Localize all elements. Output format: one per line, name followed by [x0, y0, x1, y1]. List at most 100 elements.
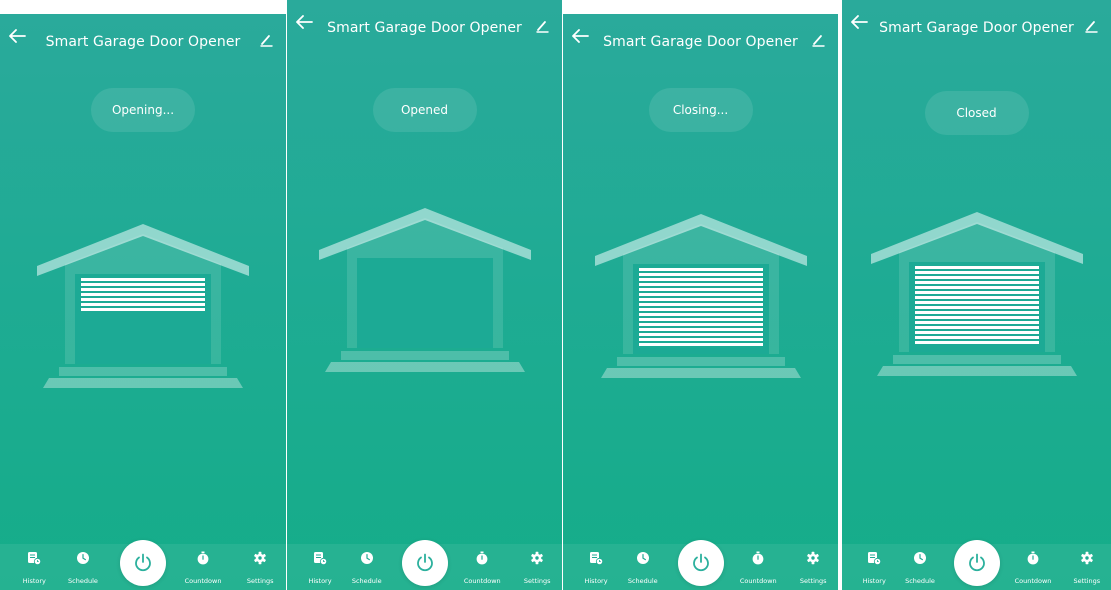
nav-label: Settings: [1073, 577, 1101, 585]
nav-label: History: [22, 577, 46, 585]
door-slat: [638, 283, 763, 286]
garage-opening: [356, 258, 493, 348]
door-slat: [638, 323, 763, 326]
clock-icon: [914, 552, 926, 564]
nav-settings[interactable]: Settings: [509, 551, 562, 587]
stopwatch-icon: [197, 551, 209, 565]
door-slat: [638, 273, 763, 276]
door-slat: [638, 268, 763, 271]
door-slat: [81, 303, 205, 306]
door-slat: [638, 313, 763, 316]
garage-drawing: [594, 214, 807, 378]
garage-door-screen: Smart Garage Door Opener Closed History …: [842, 0, 1111, 590]
edit-pencil-icon[interactable]: [260, 33, 276, 47]
door-slat: [914, 291, 1039, 294]
nav-schedule[interactable]: Schedule: [615, 551, 671, 587]
clock-icon: [360, 552, 373, 564]
door-slat: [914, 331, 1039, 334]
garage-drawing: [37, 224, 249, 388]
garage-illustration: [318, 208, 531, 378]
door-slat: [81, 288, 205, 291]
door-slat: [638, 308, 763, 311]
door-slat: [914, 321, 1039, 324]
edit-pencil-icon[interactable]: [812, 33, 828, 47]
garage-door-screen: Smart Garage Door Opener Opened History …: [287, 0, 562, 590]
door-slat: [638, 298, 763, 301]
garage-door-screen: Smart Garage Door Opener Closing... Hist…: [563, 14, 838, 590]
door-slat: [914, 336, 1039, 339]
nav-settings[interactable]: Settings: [232, 551, 286, 587]
door-slat: [914, 266, 1039, 269]
stopwatch-icon: [476, 551, 488, 565]
power-button[interactable]: [953, 540, 1000, 586]
garage-step-base: [876, 366, 1077, 376]
power-button[interactable]: [677, 540, 724, 586]
door-slat: [81, 278, 205, 281]
door-slat: [914, 341, 1039, 344]
power-icon: [135, 553, 151, 572]
nav-label: History: [308, 577, 332, 585]
history-icon: [314, 552, 327, 565]
power-icon: [692, 553, 709, 572]
power-button[interactable]: [120, 540, 166, 586]
garage-step-base: [324, 362, 525, 372]
door-status-badge: Opened: [372, 88, 477, 132]
nav-countdown[interactable]: Countdown: [175, 551, 231, 587]
nav-label: History: [862, 577, 886, 585]
nav-schedule[interactable]: Schedule: [892, 551, 948, 587]
garage-illustration: [870, 212, 1083, 382]
gear-icon: [531, 551, 544, 565]
door-slat: [81, 308, 205, 311]
door-slat: [638, 333, 763, 336]
nav-countdown[interactable]: Countdown: [1005, 551, 1061, 587]
history-icon: [28, 552, 42, 565]
nav-label: Countdown: [184, 577, 222, 585]
door-slat: [914, 276, 1039, 279]
nav-schedule[interactable]: Schedule: [55, 551, 111, 587]
nav-countdown[interactable]: Countdown: [454, 551, 510, 587]
door-slat: [914, 281, 1039, 284]
door-slat: [81, 293, 205, 296]
edit-pencil-icon[interactable]: [1085, 19, 1101, 33]
garage-drawing: [318, 208, 531, 372]
nav-label: Countdown: [463, 577, 501, 585]
door-slat: [914, 326, 1039, 329]
nav-settings[interactable]: Settings: [785, 551, 838, 587]
bottom-navigation: History Schedule Countdown Settings: [0, 540, 286, 590]
page-title: Smart Garage Door Opener: [879, 20, 1074, 36]
nav-countdown[interactable]: Countdown: [730, 551, 786, 587]
power-icon: [416, 553, 433, 572]
history-icon: [868, 552, 882, 565]
clock-icon: [636, 552, 649, 564]
nav-label: History: [584, 577, 608, 585]
page-title: Smart Garage Door Opener: [45, 34, 241, 50]
page-title: Smart Garage Door Opener: [603, 34, 798, 50]
door-slat: [914, 286, 1039, 289]
garage-step-base: [43, 378, 243, 388]
nav-label: Settings: [523, 577, 551, 585]
garage-step-top: [892, 355, 1061, 364]
door-slat: [914, 296, 1039, 299]
door-slat: [638, 343, 763, 346]
door-status-badge: Opening...: [91, 88, 195, 132]
garage-step-top: [59, 367, 227, 376]
power-icon: [968, 553, 985, 572]
nav-history[interactable]: History: [6, 551, 62, 587]
garage-illustration: [37, 224, 249, 394]
edit-pencil-icon[interactable]: [536, 19, 552, 33]
garage-drawing: [870, 212, 1083, 376]
nav-settings[interactable]: Settings: [1059, 551, 1111, 587]
nav-schedule[interactable]: Schedule: [339, 551, 395, 587]
garage-step-top: [616, 357, 785, 366]
door-status-badge: Closed: [924, 91, 1029, 135]
garage-step-base: [600, 368, 801, 378]
door-slat: [638, 328, 763, 331]
door-slat: [81, 283, 205, 286]
garage-door-screen: Smart Garage Door Opener Opening... Hist…: [0, 14, 286, 590]
nav-label: Countdown: [1014, 577, 1052, 585]
power-button[interactable]: [401, 540, 448, 586]
app-header: Smart Garage Door Opener: [563, 14, 838, 58]
bottom-navigation: History Schedule Countdown Settings: [842, 540, 1111, 590]
door-slat: [638, 288, 763, 291]
door-slat: [638, 318, 763, 321]
